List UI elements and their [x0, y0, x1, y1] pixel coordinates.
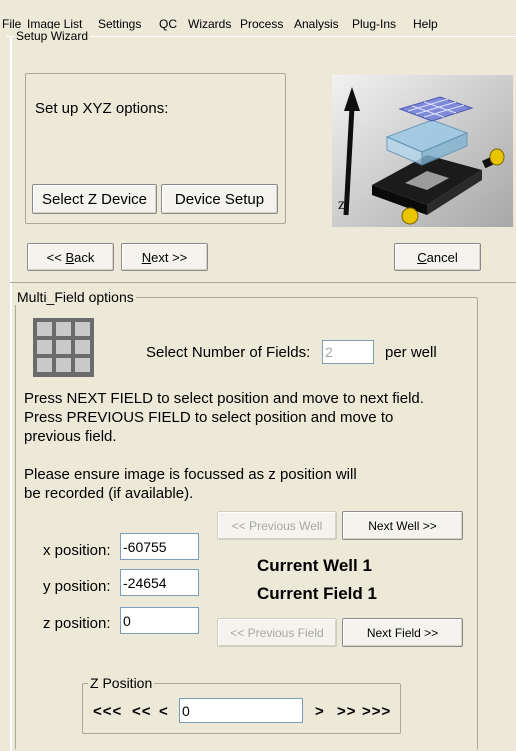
previous-well-button[interactable]: << Previous Well	[217, 511, 337, 540]
cancel-mnemonic: C	[417, 249, 427, 265]
x-position-label: x position:	[43, 542, 111, 559]
menu-plug-ins[interactable]: Plug-Ins	[352, 17, 396, 31]
fields-count-label: Select Number of Fields:	[146, 344, 311, 361]
z-step-down-medium-button[interactable]: <<	[132, 703, 152, 720]
frame-left-edge	[10, 38, 12, 751]
menu-help[interactable]: Help	[413, 17, 438, 31]
focus-note-line-2: be recorded (if available).	[24, 485, 194, 502]
menu-qc[interactable]: QC	[159, 17, 177, 31]
z-step-up-medium-button[interactable]: >>	[337, 703, 357, 720]
multi-field-group-title: Multi_Field options	[15, 289, 136, 305]
cancel-button[interactable]: Cancel	[394, 243, 481, 271]
next-well-button[interactable]: Next Well >>	[342, 511, 463, 540]
window-title: Setup Wizard	[14, 29, 91, 43]
z-step-down-small-button[interactable]: <	[159, 703, 169, 720]
z-position-input[interactable]	[179, 698, 303, 723]
next-label: ext >>	[151, 249, 188, 265]
z-position-label: z position:	[43, 615, 111, 632]
device-setup-button[interactable]: Device Setup	[161, 184, 278, 214]
current-well-label: Current Well 1	[257, 556, 372, 575]
back-label: ack	[74, 249, 95, 265]
fields-count-input[interactable]	[322, 340, 374, 364]
z-step-up-large-button[interactable]: >>>	[362, 703, 391, 720]
instruction-previous-field: Press PREVIOUS FIELD to select position …	[24, 409, 394, 426]
section-divider	[10, 282, 516, 283]
menu-settings[interactable]: Settings	[98, 17, 141, 31]
fields-per-well-label: per well	[385, 344, 437, 361]
back-mnemonic: B	[65, 249, 75, 265]
instruction-next-field: Press NEXT FIELD to select position and …	[24, 390, 424, 407]
xyz-stage-illustration: z	[332, 75, 513, 227]
y-position-field[interactable]	[120, 569, 199, 596]
stage-illustration-graphic: z	[332, 75, 513, 227]
menu-analysis[interactable]: Analysis	[294, 17, 339, 31]
next-mnemonic: N	[141, 249, 152, 265]
next-field-button[interactable]: Next Field >>	[342, 618, 463, 647]
menu-wizards[interactable]: Wizards	[188, 17, 231, 31]
z-position-field[interactable]	[120, 607, 199, 634]
instruction-previous-field-cont: previous field.	[24, 428, 117, 445]
z-axis-label: z	[338, 196, 345, 213]
cancel-label: ancel	[426, 249, 458, 265]
setup-prompt: Set up XYZ options:	[35, 100, 169, 117]
select-z-device-button[interactable]: Select Z Device	[32, 184, 157, 214]
field-grid-icon	[33, 318, 94, 377]
x-position-field[interactable]	[120, 533, 199, 560]
z-step-down-large-button[interactable]: <<<	[93, 703, 122, 720]
menu-process[interactable]: Process	[240, 17, 283, 31]
back-button[interactable]: << Back	[27, 243, 114, 271]
y-position-label: y position:	[43, 578, 111, 595]
z-position-group-title: Z Position	[88, 675, 155, 691]
focus-note-line-1: Please ensure image is focussed as z pos…	[24, 466, 357, 483]
z-step-up-small-button[interactable]: >	[315, 703, 325, 720]
previous-field-button[interactable]: << Previous Field	[217, 618, 337, 647]
next-button[interactable]: Next >>	[121, 243, 208, 271]
back-prefix: <<	[46, 249, 66, 265]
current-field-label: Current Field 1	[257, 584, 377, 603]
